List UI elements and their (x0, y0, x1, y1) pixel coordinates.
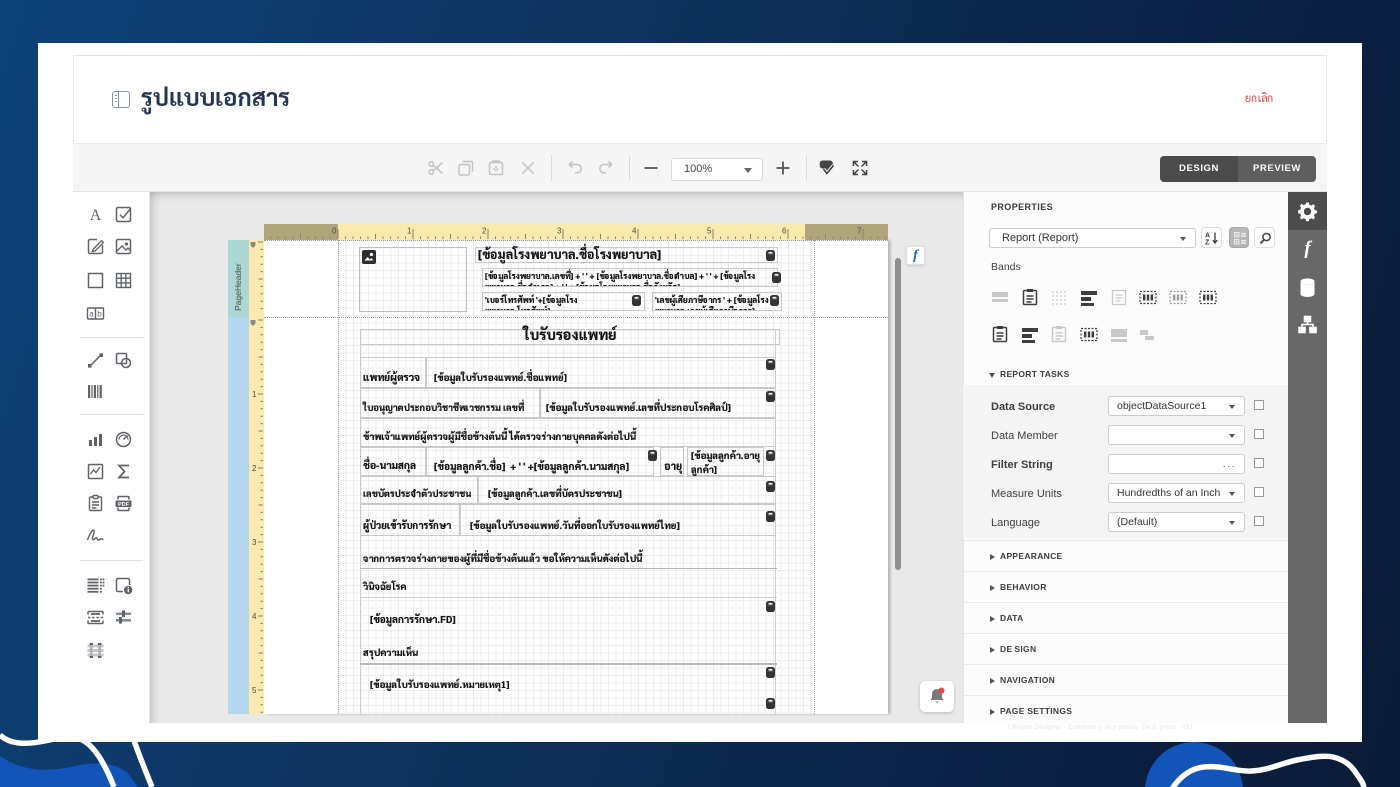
svg-text:0: 0 (332, 227, 337, 236)
svg-text:4: 4 (252, 612, 257, 621)
svg-text:3: 3 (252, 538, 257, 547)
svg-text:3: 3 (557, 227, 562, 236)
svg-text:5: 5 (252, 686, 257, 695)
svg-text:A: A (1205, 233, 1210, 240)
svg-text:A: A (90, 207, 102, 224)
svg-text:7: 7 (857, 227, 862, 236)
svg-text:2: 2 (252, 464, 257, 473)
svg-text:1: 1 (252, 390, 257, 399)
svg-text:1: 1 (407, 227, 412, 236)
svg-text:Z: Z (1205, 240, 1210, 246)
svg-text:a: a (89, 310, 94, 319)
svg-text:PDF: PDF (118, 502, 130, 508)
svg-text:6: 6 (782, 227, 787, 236)
svg-text:b: b (97, 310, 102, 319)
svg-text:5: 5 (707, 227, 712, 236)
svg-text:4: 4 (632, 227, 637, 236)
svg-text:2: 2 (482, 227, 487, 236)
